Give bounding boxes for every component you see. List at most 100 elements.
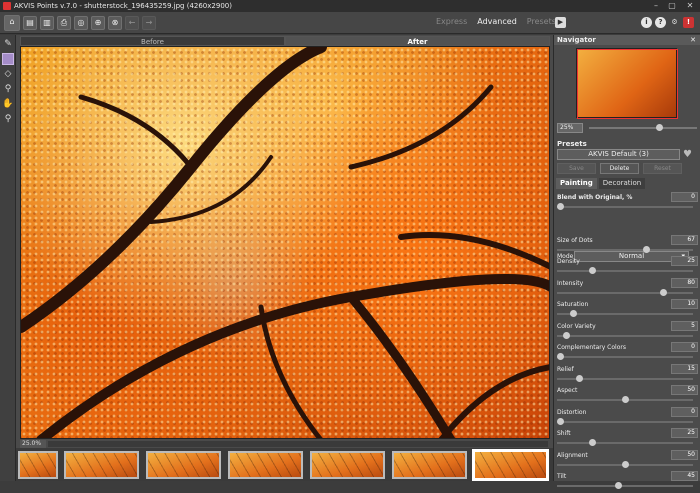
blend-slider[interactable] xyxy=(557,203,693,210)
minimize-icon[interactable]: – xyxy=(648,1,664,11)
param-slider[interactable] xyxy=(557,396,693,403)
navigator-header: Navigator ✕ xyxy=(554,35,700,45)
mode-presets[interactable]: Presets xyxy=(527,17,556,26)
close-panel-icon[interactable]: ✕ xyxy=(690,35,696,45)
presets-label: Presets xyxy=(557,140,587,148)
save-file-icon[interactable]: ▥ xyxy=(40,15,54,30)
hand-icon[interactable]: ✋ xyxy=(2,98,14,110)
close-icon[interactable]: ✕ xyxy=(682,1,698,11)
selection-tool-icon[interactable] xyxy=(2,53,14,65)
save-preset-button[interactable]: Save xyxy=(557,163,596,174)
navigator-viewport-frame[interactable] xyxy=(577,49,678,119)
print-icon[interactable]: ⎙ xyxy=(57,15,71,30)
eyedropper-icon[interactable]: ⚲ xyxy=(2,83,14,95)
canvas-area: Before After 25.0% xyxy=(16,35,553,481)
parameters: Blend with Original, % 0 Mode: Normal▾ S… xyxy=(554,192,700,493)
blend-value[interactable]: 0 xyxy=(671,192,698,202)
param-label: Density xyxy=(557,258,580,265)
eraser-icon[interactable]: ◇ xyxy=(2,68,14,80)
home-icon[interactable]: ⌂ xyxy=(4,14,20,31)
reset-preset-button[interactable]: Reset xyxy=(643,163,682,174)
batch-icon[interactable]: ◎ xyxy=(74,15,88,30)
param-slider[interactable] xyxy=(557,245,693,253)
maximize-icon[interactable]: ▢ xyxy=(664,1,680,11)
param-slider-knob[interactable] xyxy=(589,439,597,446)
mode-advanced[interactable]: Advanced xyxy=(477,17,517,26)
param-label: Aspect xyxy=(557,387,578,394)
param-slider-knob[interactable] xyxy=(643,245,651,253)
undo-icon[interactable]: ← xyxy=(125,15,139,30)
param-slider-knob[interactable] xyxy=(660,288,668,296)
share-icon[interactable]: ⊕ xyxy=(91,15,105,30)
param-label: Shift xyxy=(557,430,571,437)
thumbnail[interactable] xyxy=(146,451,221,479)
info-icon[interactable]: i xyxy=(641,17,652,28)
param-value[interactable]: 67 xyxy=(671,234,698,245)
title-bar: AKVIS Points v.7.0 - shutterstock_196435… xyxy=(0,0,700,12)
zoom-icon[interactable]: ⚲ xyxy=(2,113,14,125)
param-value[interactable]: 50 xyxy=(671,449,698,460)
param-value[interactable]: 5 xyxy=(671,320,698,331)
preset-select[interactable]: AKVIS Default (3) xyxy=(557,149,680,160)
param-slider-knob[interactable] xyxy=(621,396,629,403)
thumbnail[interactable] xyxy=(64,451,139,479)
thumbnail[interactable] xyxy=(228,451,303,479)
param-slider[interactable] xyxy=(557,310,693,317)
param-value[interactable]: 0 xyxy=(671,406,698,417)
param-slider-knob[interactable] xyxy=(621,460,629,468)
feedback-icon[interactable]: ! xyxy=(683,17,694,28)
delete-preset-button[interactable]: Delete xyxy=(600,163,639,174)
thumbnail-selected[interactable] xyxy=(472,449,549,481)
thumbnail[interactable] xyxy=(392,451,467,479)
param-slider-knob[interactable] xyxy=(563,331,571,339)
run-icon[interactable]: ▶ xyxy=(555,17,566,28)
param-slider[interactable] xyxy=(557,482,693,489)
redo-icon[interactable]: → xyxy=(142,15,156,30)
tab-before[interactable]: Before xyxy=(20,36,285,46)
param-slider[interactable] xyxy=(557,267,693,274)
thumbnail[interactable] xyxy=(18,451,58,479)
tab-after[interactable]: After xyxy=(285,36,550,46)
zoom-slider-knob[interactable] xyxy=(656,124,663,131)
brush-icon[interactable]: ✎ xyxy=(2,38,14,50)
favorite-heart-icon[interactable]: ♥ xyxy=(683,149,694,160)
param-value[interactable]: 15 xyxy=(671,363,698,374)
param-slider-knob[interactable] xyxy=(589,267,597,274)
param-slider-knob[interactable] xyxy=(569,310,577,317)
param-row: Saturation 10 xyxy=(554,299,700,321)
param-slider[interactable] xyxy=(557,460,693,468)
param-slider[interactable] xyxy=(557,439,693,446)
param-slider-knob[interactable] xyxy=(576,374,584,382)
navigator-preview[interactable] xyxy=(576,48,678,119)
param-value[interactable]: 25 xyxy=(671,256,698,266)
param-value[interactable]: 50 xyxy=(671,385,698,395)
param-slider[interactable] xyxy=(557,288,693,296)
app-icon xyxy=(3,2,11,10)
zoom-select[interactable]: 25% xyxy=(557,123,583,133)
blend-row: Blend with Original, % 0 xyxy=(554,192,700,214)
tab-decoration[interactable]: Decoration xyxy=(598,178,646,189)
thumbnail[interactable] xyxy=(310,451,385,479)
tab-painting[interactable]: Painting xyxy=(556,178,597,189)
param-slider-knob[interactable] xyxy=(615,482,623,489)
param-value[interactable]: 10 xyxy=(671,299,698,309)
blend-slider-knob[interactable] xyxy=(557,203,564,210)
mode-express[interactable]: Express xyxy=(436,17,467,26)
open-file-icon[interactable]: ▤ xyxy=(23,15,37,30)
zoom-slider[interactable] xyxy=(589,124,697,131)
param-slider-knob[interactable] xyxy=(557,353,564,360)
param-slider-knob[interactable] xyxy=(557,417,564,425)
horizontal-scrollbar[interactable] xyxy=(48,441,548,447)
param-slider[interactable] xyxy=(557,374,693,382)
help-icon[interactable]: ? xyxy=(655,17,666,28)
param-slider[interactable] xyxy=(557,417,693,425)
preferences-gear-icon[interactable]: ⚙ xyxy=(669,17,680,28)
param-slider[interactable] xyxy=(557,353,693,360)
param-value[interactable]: 25 xyxy=(671,428,698,438)
param-slider[interactable] xyxy=(557,331,693,339)
param-value[interactable]: 0 xyxy=(671,342,698,352)
image-canvas[interactable] xyxy=(20,46,550,439)
settings-swap-icon[interactable]: ⊗ xyxy=(108,15,122,30)
param-value[interactable]: 80 xyxy=(671,277,698,288)
param-value[interactable]: 45 xyxy=(671,471,698,481)
